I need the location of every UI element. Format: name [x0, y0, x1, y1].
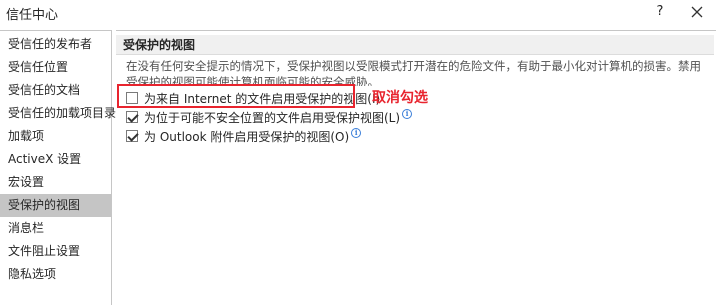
option-outlook-attachments[interactable]: 为 Outlook 附件启用受保护的视图(O) i	[126, 127, 362, 145]
sidebar-item-macro-settings[interactable]: 宏设置	[0, 171, 111, 194]
sidebar-item-trusted-documents[interactable]: 受信任的文档	[0, 79, 111, 102]
sidebar-item-addins[interactable]: 加载项	[0, 125, 111, 148]
info-icon[interactable]: i	[402, 109, 413, 119]
close-icon[interactable]	[687, 2, 707, 22]
option-label: 为 Outlook 附件启用受保护的视图(O)	[144, 129, 350, 144]
help-button[interactable]: ?	[650, 2, 670, 22]
sidebar-item-message-bar[interactable]: 消息栏	[0, 217, 111, 240]
annotation-highlight-box	[117, 84, 355, 108]
section-description: 在没有任何安全提示的情况下，受保护视图以受限模式打开潜在的危险文件，有助于最小化…	[126, 59, 701, 86]
main-panel: 受保护的视图 在没有任何安全提示的情况下，受保护视图以受限模式打开潜在的危险文件…	[116, 30, 716, 305]
annotation-text: 取消勾选	[372, 90, 428, 106]
checkbox-outlook-attachments[interactable]	[126, 130, 138, 142]
window-title: 信任中心	[6, 8, 59, 23]
sidebar-item-protected-view[interactable]: 受保护的视图	[0, 194, 111, 217]
sidebar-item-trusted-addin-catalogs[interactable]: 受信任的加载项目录	[0, 102, 116, 125]
title-bar: 信任中心 ?	[0, 0, 720, 26]
sidebar-item-privacy-options[interactable]: 隐私选项	[0, 263, 111, 286]
option-label: 为位于可能不安全位置的文件启用受保护视图(L)	[144, 110, 401, 125]
option-unsafe-locations[interactable]: 为位于可能不安全位置的文件启用受保护视图(L) i	[126, 108, 413, 126]
section-title: 受保护的视图	[116, 35, 714, 55]
sidebar-item-activex-settings[interactable]: ActiveX 设置	[0, 148, 111, 171]
sidebar-item-trusted-publishers[interactable]: 受信任的发布者	[0, 33, 111, 56]
sidebar-nav: 受信任的发布者 受信任位置 受信任的文档 受信任的加载项目录 加载项 Activ…	[0, 30, 116, 305]
info-icon[interactable]: i	[351, 128, 362, 138]
sidebar-item-file-block-settings[interactable]: 文件阻止设置	[0, 240, 111, 263]
sidebar-item-trusted-locations[interactable]: 受信任位置	[0, 56, 111, 79]
checkbox-unsafe-locations[interactable]	[126, 111, 138, 123]
